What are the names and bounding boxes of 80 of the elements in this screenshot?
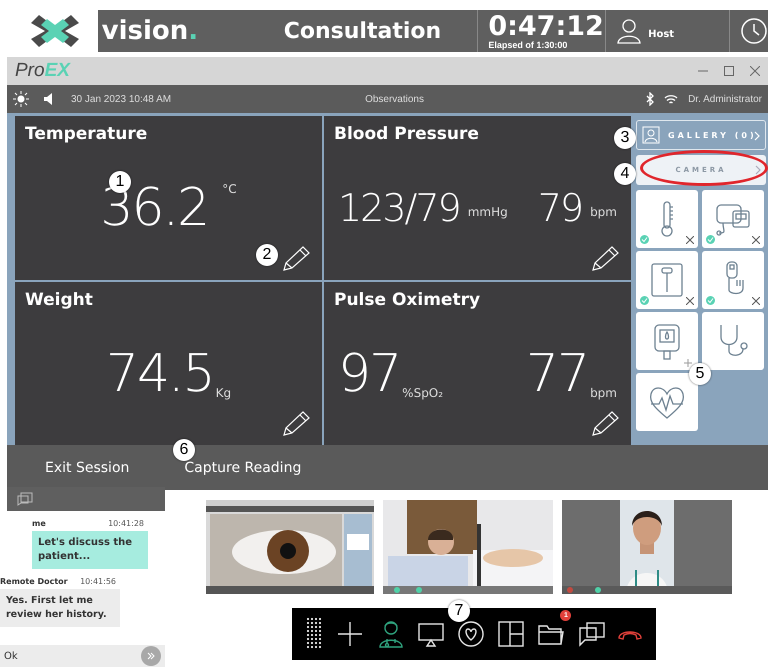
- close-icon[interactable]: [750, 66, 760, 76]
- heart-stethoscope-icon: [456, 620, 485, 648]
- toolbar-button[interactable]: [578, 620, 606, 648]
- edit-icon[interactable]: [591, 409, 621, 437]
- reading-unit: °C: [222, 182, 237, 196]
- elapsed-timer: 0:47:12: [488, 12, 605, 40]
- chat-icon: [578, 620, 606, 648]
- device-tile[interactable]: [702, 312, 764, 370]
- reading-unit: bpm: [590, 205, 617, 219]
- maximize-icon[interactable]: [724, 66, 734, 76]
- card-title: Pulse Oximetry: [334, 290, 480, 310]
- wifi-icon: [664, 94, 678, 104]
- plus-icon: [336, 620, 364, 648]
- reading-value: 79: [538, 189, 582, 227]
- check-icon: [706, 235, 715, 244]
- edit-icon[interactable]: [591, 244, 621, 272]
- callout-number: 7: [448, 600, 470, 622]
- date-time: 30 Jan 2023 10:48 AM: [71, 94, 172, 104]
- chevron-icon: [754, 131, 760, 141]
- chevron-icon: [755, 165, 761, 175]
- toolbar-button[interactable]: [376, 620, 405, 648]
- reading-unit: bpm: [590, 386, 617, 400]
- reading-unit: Kg: [216, 386, 232, 400]
- reading-value: 74.5: [106, 348, 214, 400]
- message-field[interactable]: Ok: [0, 645, 165, 667]
- screen-title: Observations: [365, 94, 425, 104]
- remove-icon[interactable]: [752, 297, 760, 305]
- device-tile[interactable]: [636, 373, 698, 431]
- double-chevron-icon: [147, 652, 155, 660]
- message-time: 10:41:56: [80, 577, 116, 586]
- toolbar-button[interactable]: [497, 620, 526, 648]
- device-tile[interactable]: [702, 190, 764, 248]
- reading-unit: %SpO₂: [402, 386, 444, 400]
- message-input[interactable]: Ok: [4, 648, 124, 664]
- check-icon: [706, 296, 715, 305]
- toolbar-button[interactable]: [456, 620, 485, 648]
- user-name: Dr. Administrator: [688, 94, 762, 104]
- card-title: Temperature: [25, 124, 148, 144]
- message-bubble: Yes. First let me review her history.: [0, 589, 120, 627]
- user-icon: [616, 18, 642, 44]
- reading-value: 97: [338, 348, 400, 400]
- reading-value: 123/79: [338, 189, 460, 227]
- message-bubble: Let's discuss the patient...: [32, 531, 148, 569]
- toolbar-button[interactable]: [336, 620, 364, 648]
- app-logo: ProEX: [15, 60, 70, 82]
- card-title: Blood Pressure: [334, 124, 479, 144]
- message-time: 10:41:28: [108, 519, 144, 528]
- gallery-icon: [642, 126, 660, 144]
- device-tile[interactable]: [636, 190, 698, 248]
- reading-unit: mmHg: [468, 205, 508, 219]
- reading-value: 77: [526, 348, 588, 400]
- brand-name: vision.: [102, 16, 200, 46]
- remove-icon[interactable]: [686, 297, 694, 305]
- device-tile[interactable]: [636, 251, 698, 309]
- user-name: Host: [648, 28, 674, 40]
- doctor-icon: [376, 620, 405, 648]
- callout-number: 6: [173, 439, 195, 461]
- hang-up-icon: [618, 628, 642, 640]
- device-tile[interactable]: [636, 312, 698, 370]
- clock-icon[interactable]: [740, 17, 768, 45]
- check-icon: [640, 296, 649, 305]
- chat-icon[interactable]: [17, 492, 33, 506]
- bluetooth-icon: [646, 92, 654, 106]
- callout-number: 2: [256, 244, 278, 266]
- page-title: Consultation: [282, 18, 442, 44]
- sender-name: me: [32, 519, 46, 528]
- card-title: Weight: [25, 290, 93, 310]
- action-button[interactable]: Exit Session: [45, 460, 130, 476]
- layout-icon: [497, 620, 526, 648]
- remove-icon[interactable]: [686, 236, 694, 244]
- sender-name: Remote Doctor: [0, 577, 68, 586]
- edit-icon[interactable]: [282, 409, 312, 437]
- device-tile[interactable]: [702, 251, 764, 309]
- remove-icon[interactable]: [752, 236, 760, 244]
- add-icon[interactable]: [684, 359, 692, 367]
- edit-icon[interactable]: [282, 244, 312, 272]
- check-icon: [640, 235, 649, 244]
- action-button[interactable]: Capture Reading: [184, 460, 302, 476]
- timer-caption: Elapsed of 1:30:00: [488, 40, 568, 50]
- brightness-icon[interactable]: [13, 91, 29, 107]
